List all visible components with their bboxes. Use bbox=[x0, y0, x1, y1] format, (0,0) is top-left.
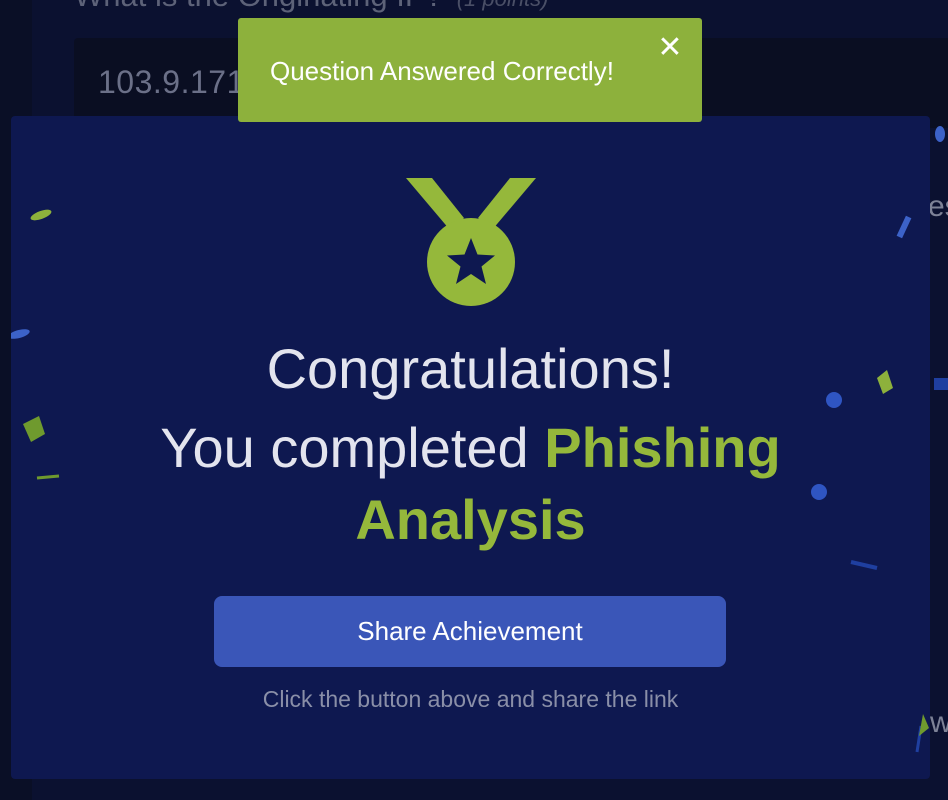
share-hint: Click the button above and share the lin… bbox=[262, 686, 679, 712]
success-toast: Question Answered Correctly! ✕ bbox=[238, 18, 702, 122]
confetti-piece bbox=[30, 209, 52, 221]
confetti-piece bbox=[23, 416, 45, 442]
confetti-piece bbox=[36, 474, 60, 480]
congratulations-title: Congratulations! bbox=[266, 337, 675, 400]
confetti-piece bbox=[850, 560, 878, 570]
confetti-piece bbox=[934, 378, 948, 390]
toast-message: Question Answered Correctly! bbox=[270, 56, 614, 86]
share-achievement-button[interactable]: Share Achievement bbox=[214, 596, 726, 667]
confetti-piece bbox=[919, 714, 929, 736]
achievement-modal: Congratulations! You completed Phishing … bbox=[11, 116, 930, 779]
confetti-piece bbox=[896, 215, 912, 239]
close-icon[interactable]: ✕ bbox=[656, 33, 684, 63]
medal-star-icon bbox=[406, 178, 536, 306]
confetti-piece bbox=[935, 126, 945, 142]
completion-prefix: You completed bbox=[160, 416, 545, 479]
completion-message: You completed Phishing Analysis bbox=[121, 412, 820, 556]
